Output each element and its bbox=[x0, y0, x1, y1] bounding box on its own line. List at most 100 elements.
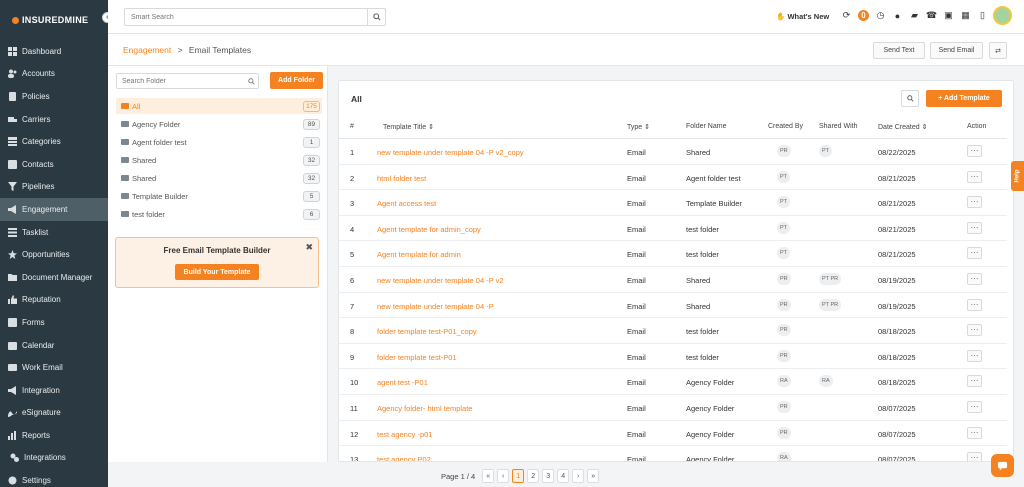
template-title-link[interactable]: folder template test-P01 bbox=[377, 353, 457, 362]
template-title-link[interactable]: agent test -P01 bbox=[377, 378, 428, 387]
template-type: Email bbox=[627, 455, 646, 462]
whats-new-link[interactable]: ✋ What's New bbox=[776, 12, 829, 21]
sidebar-item-dashboard[interactable]: Dashboard bbox=[0, 40, 108, 63]
folder-name: All bbox=[132, 101, 141, 111]
page-number-button[interactable]: 4 bbox=[557, 469, 570, 483]
chat-support-button[interactable] bbox=[991, 454, 1014, 477]
sidebar-item-reports[interactable]: Reports bbox=[0, 424, 108, 447]
chip-icon[interactable]: ▦ bbox=[960, 10, 971, 21]
folder-search-input[interactable] bbox=[117, 77, 244, 85]
smart-search-input[interactable] bbox=[125, 9, 367, 25]
sidebar-item-tasklist[interactable]: Tasklist bbox=[0, 221, 108, 244]
row-action-menu-button[interactable]: ··· bbox=[967, 426, 982, 439]
app-logo[interactable]: INSUREDMINE ‹ bbox=[0, 0, 113, 40]
folder-item[interactable]: All 175 bbox=[116, 98, 322, 114]
page-number-button[interactable]: 3 bbox=[542, 469, 555, 483]
notification-count-badge[interactable]: 0 bbox=[858, 10, 869, 21]
sms-icon[interactable]: ▣ bbox=[943, 10, 954, 21]
template-title-link[interactable]: test agency P02 bbox=[377, 455, 431, 461]
row-action-menu-button[interactable]: ··· bbox=[967, 221, 982, 234]
template-title-link[interactable]: html folder test bbox=[377, 174, 426, 183]
column-header[interactable]: Template Title ⇕ bbox=[383, 123, 434, 131]
folder-item[interactable]: Agent folder test 1 bbox=[116, 134, 322, 150]
folder-item[interactable]: Shared 32 bbox=[116, 170, 322, 186]
template-search-button[interactable] bbox=[901, 90, 919, 107]
breadcrumb-engagement-link[interactable]: Engagement bbox=[123, 45, 171, 55]
folder-item[interactable]: test folder 6 bbox=[116, 206, 322, 222]
sidebar-item-calendar[interactable]: Calendar bbox=[0, 334, 108, 357]
template-title-link[interactable]: Agent access test bbox=[377, 199, 436, 208]
phone-icon[interactable]: ☎ bbox=[926, 10, 937, 21]
refresh-icon[interactable]: ⟳ bbox=[841, 10, 852, 21]
sidebar-item-integrations[interactable]: Integrations bbox=[0, 447, 108, 470]
created-by-avatar: RA bbox=[777, 452, 791, 461]
template-title-link[interactable]: Agent template for admin_copy bbox=[377, 225, 481, 234]
sidebar-item-reputation[interactable]: Reputation bbox=[0, 289, 108, 312]
add-template-button[interactable]: + Add Template bbox=[926, 90, 1002, 107]
page-number-button[interactable]: 2 bbox=[527, 469, 540, 483]
folder-item[interactable]: Agency Folder 89 bbox=[116, 116, 322, 132]
row-action-menu-button[interactable]: ··· bbox=[967, 273, 982, 285]
next-page-button[interactable]: › bbox=[572, 469, 585, 483]
send-text-button[interactable]: Send Text bbox=[873, 42, 925, 59]
sidebar-item-integration[interactable]: Integration bbox=[0, 379, 108, 402]
prev-page-button[interactable]: ‹ bbox=[497, 469, 510, 483]
sidebar-item-document-manager[interactable]: Document Manager bbox=[0, 266, 108, 289]
sidebar-item-settings[interactable]: Settings bbox=[0, 469, 108, 487]
column-header[interactable]: Date Created ⇕ bbox=[878, 123, 927, 131]
row-action-menu-button[interactable]: ··· bbox=[967, 401, 982, 413]
column-header[interactable]: Type ⇕ bbox=[627, 123, 650, 131]
folder-item[interactable]: Shared 32 bbox=[116, 152, 322, 168]
created-by-avatar: RA bbox=[777, 375, 791, 388]
template-title-link[interactable]: new template under template 04 -P v2_cop… bbox=[377, 148, 524, 157]
row-action-menu-button[interactable]: ··· bbox=[967, 324, 982, 337]
column-header: Created By bbox=[768, 123, 804, 130]
template-title-link[interactable]: folder template test-P01_copy bbox=[377, 327, 477, 336]
search-icon[interactable] bbox=[367, 9, 385, 25]
bell-icon[interactable]: ● bbox=[892, 10, 903, 21]
row-action-menu-button[interactable]: ··· bbox=[967, 247, 982, 260]
row-action-menu-button[interactable]: ··· bbox=[967, 145, 982, 157]
first-page-button[interactable]: « bbox=[482, 469, 495, 483]
clock-icon[interactable]: ◷ bbox=[875, 10, 886, 21]
last-page-button[interactable]: » bbox=[587, 469, 600, 483]
send-email-button[interactable]: Send Email bbox=[930, 42, 983, 59]
sidebar-item-esignature[interactable]: eSignature bbox=[0, 402, 108, 425]
sidebar-item-contacts[interactable]: Contacts bbox=[0, 153, 108, 176]
folder-item[interactable]: Template Builder 5 bbox=[116, 188, 322, 204]
template-title-link[interactable]: new template under template 04 -P bbox=[377, 302, 494, 311]
template-title-link[interactable]: new template under template 04 -P v2 bbox=[377, 276, 504, 285]
device-icon[interactable]: ▯ bbox=[977, 10, 988, 21]
created-by-avatar: PT bbox=[777, 170, 791, 183]
search-icon[interactable] bbox=[244, 77, 258, 85]
row-action-menu-button[interactable]: ··· bbox=[967, 298, 982, 311]
row-action-menu-button[interactable]: ··· bbox=[967, 349, 982, 362]
sidebar-item-carriers[interactable]: Carriers bbox=[0, 108, 108, 131]
chat-icon[interactable]: ▰ bbox=[909, 10, 920, 21]
sidebar-item-forms[interactable]: Forms bbox=[0, 311, 108, 334]
folder-icon bbox=[121, 211, 129, 217]
help-tab[interactable]: Help bbox=[1011, 161, 1024, 191]
template-title-link[interactable]: Agent template for admin bbox=[377, 250, 461, 259]
template-title-link[interactable]: Agency folder- html template bbox=[377, 404, 472, 413]
row-number: 10 bbox=[350, 378, 359, 388]
sidebar-item-work-email[interactable]: Work Email bbox=[0, 356, 108, 379]
layers-icon bbox=[8, 137, 17, 147]
refresh-button[interactable]: ⇄ bbox=[989, 42, 1007, 59]
sidebar-item-policies[interactable]: Policies bbox=[0, 85, 108, 108]
page-number-button[interactable]: 1 bbox=[512, 469, 525, 483]
row-action-menu-button[interactable]: ··· bbox=[967, 375, 982, 388]
template-title-link[interactable]: test agency -p01 bbox=[377, 430, 432, 439]
row-action-menu-button[interactable]: ··· bbox=[967, 196, 982, 209]
build-template-button[interactable]: Build Your Template bbox=[175, 264, 259, 280]
row-action-menu-button[interactable]: ··· bbox=[967, 170, 982, 183]
add-folder-button[interactable]: Add Folder bbox=[270, 72, 323, 89]
row-action-menu-button[interactable]: ··· bbox=[967, 452, 982, 461]
sidebar-item-pipelines[interactable]: Pipelines bbox=[0, 176, 108, 199]
user-avatar[interactable] bbox=[993, 6, 1012, 25]
sidebar-item-accounts[interactable]: Accounts bbox=[0, 63, 108, 86]
sidebar-item-categories[interactable]: Categories bbox=[0, 130, 108, 153]
close-icon[interactable]: ✖ bbox=[305, 242, 313, 253]
sidebar-item-opportunities[interactable]: Opportunities bbox=[0, 243, 108, 266]
sidebar-item-engagement[interactable]: Engagement bbox=[0, 198, 108, 221]
